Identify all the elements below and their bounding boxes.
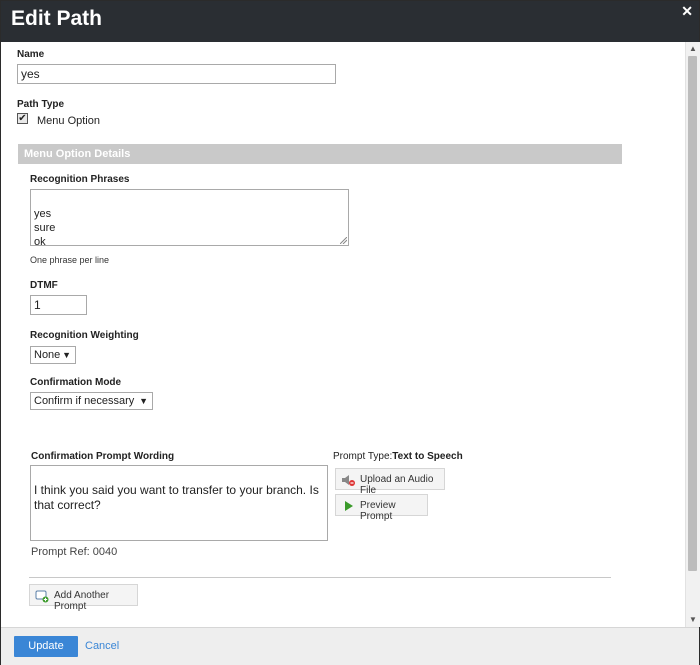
dtmf-label: DTMF bbox=[30, 280, 58, 291]
divider bbox=[29, 577, 611, 578]
resize-grip-icon[interactable] bbox=[340, 237, 347, 244]
update-button[interactable]: Update bbox=[14, 636, 78, 657]
vertical-scrollbar[interactable]: ▲ ▼ bbox=[685, 42, 700, 627]
confirmation-mode-label: Confirmation Mode bbox=[30, 377, 122, 388]
recognition-phrases-value: yes sure ok bbox=[34, 208, 56, 248]
recognition-phrases-hint: One phrase per line bbox=[30, 255, 110, 265]
menu-option-label: Menu Option bbox=[37, 115, 100, 127]
speaker-icon bbox=[342, 475, 355, 486]
preview-prompt-button[interactable]: Preview Prompt bbox=[335, 494, 428, 522]
prompt-type-value: Text to Speech bbox=[392, 451, 463, 462]
scroll-down-icon[interactable]: ▼ bbox=[686, 613, 700, 627]
recognition-phrases-textarea[interactable]: yes sure ok bbox=[30, 189, 349, 248]
name-label: Name bbox=[17, 49, 45, 60]
confirmation-prompt-label: Confirmation Prompt Wording bbox=[31, 451, 175, 462]
dialog-title: Edit Path bbox=[11, 7, 103, 30]
confirmation-prompt-textarea[interactable]: I think you said you want to transfer to… bbox=[30, 465, 328, 541]
close-icon[interactable]: ✕ bbox=[681, 3, 693, 20]
add-another-prompt-label: Add Another Prompt bbox=[54, 590, 110, 612]
prompt-type-label: Prompt Type: bbox=[333, 451, 393, 462]
play-icon bbox=[345, 501, 353, 511]
scroll-up-icon[interactable]: ▲ bbox=[686, 42, 700, 56]
prompt-type: Prompt Type:Text to Speech bbox=[333, 451, 463, 462]
recognition-weighting-select[interactable]: None ▼ bbox=[30, 346, 76, 364]
upload-audio-label: Upload an Audio File bbox=[360, 474, 434, 496]
title-bar: Edit Path ✕ bbox=[1, 1, 699, 42]
chevron-down-icon: ▼ bbox=[62, 350, 71, 360]
chevron-down-icon: ▼ bbox=[139, 396, 148, 406]
menu-option-checkbox[interactable]: ✔ bbox=[17, 113, 28, 124]
confirmation-mode-value: Confirm if necessary bbox=[34, 395, 135, 407]
scrollbar-thumb[interactable] bbox=[688, 56, 697, 571]
path-type-label: Path Type bbox=[17, 99, 65, 110]
add-prompt-icon bbox=[35, 590, 49, 603]
recognition-phrases-label: Recognition Phrases bbox=[30, 174, 130, 185]
menu-option-details-header: Menu Option Details bbox=[18, 144, 622, 164]
recognition-weighting-value: None bbox=[34, 349, 61, 361]
prompt-ref: Prompt Ref: 0040 bbox=[31, 546, 118, 558]
dialog-body: Name yes Path Type ✔ Menu Option Menu Op… bbox=[1, 42, 685, 627]
add-another-prompt-button[interactable]: Add Another Prompt bbox=[29, 584, 138, 612]
recognition-weighting-label: Recognition Weighting bbox=[30, 330, 139, 341]
cancel-link[interactable]: Cancel bbox=[85, 640, 119, 652]
name-input[interactable]: yes bbox=[17, 64, 336, 84]
edit-path-dialog: Edit Path ✕ Name yes Path Type ✔ Menu Op… bbox=[0, 0, 700, 665]
confirmation-mode-select[interactable]: Confirm if necessary ▼ bbox=[30, 392, 153, 410]
preview-prompt-label: Preview Prompt bbox=[360, 500, 396, 522]
dtmf-input[interactable]: 1 bbox=[30, 295, 87, 315]
upload-audio-button[interactable]: Upload an Audio File bbox=[335, 468, 445, 496]
dialog-footer: Update Cancel bbox=[1, 627, 699, 665]
confirmation-prompt-value: I think you said you want to transfer to… bbox=[34, 483, 319, 512]
